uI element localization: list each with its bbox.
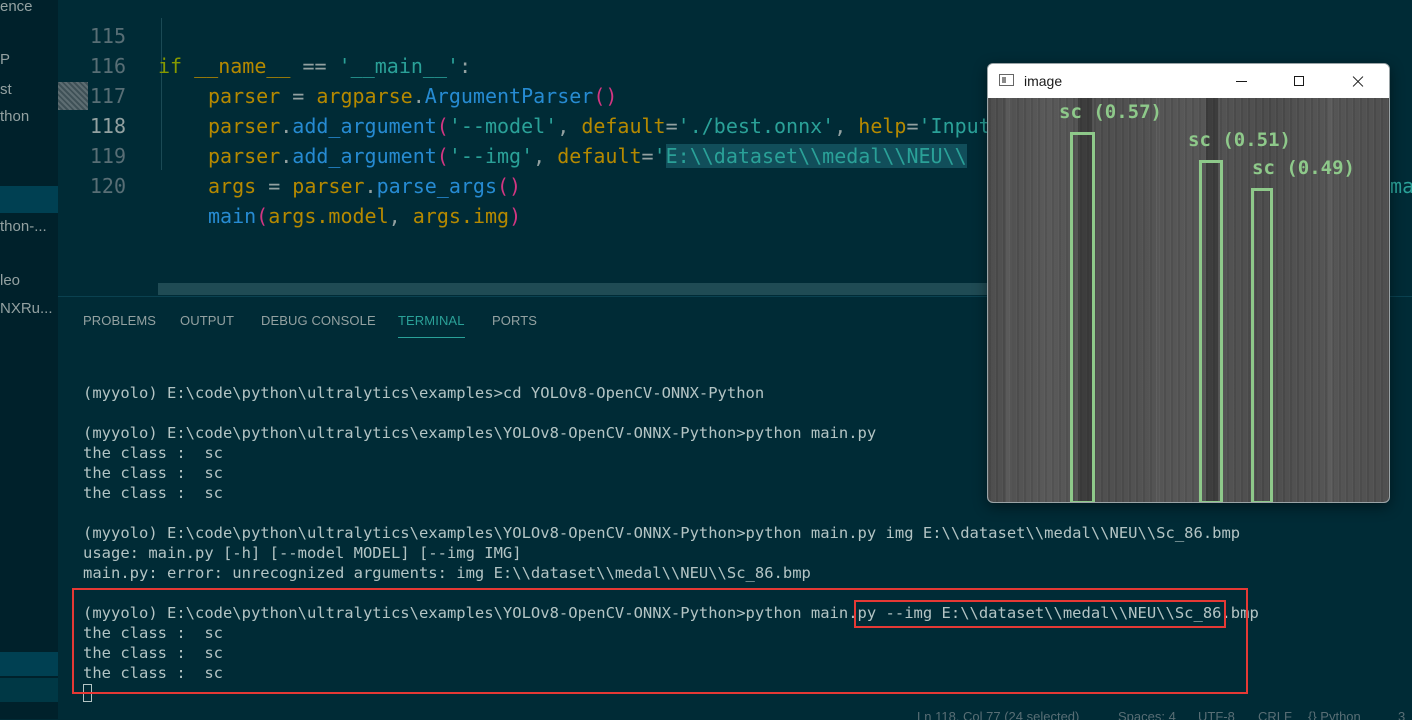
detection-box (1199, 160, 1223, 502)
detection-box (1251, 188, 1273, 502)
code-token: parser (292, 174, 365, 198)
status-indentation[interactable]: Spaces: 4 (1118, 709, 1176, 720)
terminal-line: main.py: error: unrecognized arguments: … (83, 564, 811, 582)
code-line[interactable]: 116 parser = argparse.ArgumentParser() (58, 21, 1412, 108)
window-app-icon (999, 74, 1014, 86)
code-token: args.model (268, 204, 389, 228)
code-token: . (364, 174, 377, 198)
status-extra[interactable]: 3 (1398, 709, 1405, 720)
code-line[interactable]: 115 if __name__ == '__main__': (58, 0, 1412, 78)
detection-label: sc (0.57) (1059, 101, 1162, 123)
code-token: main (208, 204, 257, 228)
code-token: = (256, 174, 293, 198)
sidebar-item[interactable]: P (0, 51, 10, 68)
sidebar-item[interactable]: NXRu... (0, 300, 53, 317)
code-token: , (388, 204, 413, 228)
window-title: image (1024, 73, 1063, 89)
line-number: 120 (89, 174, 126, 198)
tab-terminal[interactable]: TERMINAL (398, 313, 465, 338)
code-token: () (497, 174, 522, 198)
maximize-icon[interactable] (1271, 64, 1329, 98)
window-titlebar[interactable]: image (988, 64, 1389, 98)
sidebar-item[interactable]: ence (0, 0, 33, 15)
tab-problems[interactable]: PROBLEMS (83, 313, 156, 328)
detection-image: sc (0.57) sc (0.51) sc (0.49) (988, 98, 1389, 502)
code-token: args (208, 174, 257, 198)
sidebar-item[interactable]: leo (0, 272, 20, 289)
sidebar-item[interactable]: st (0, 81, 12, 98)
terminal-line: (myyolo) E:\code\python\ultralytics\exam… (83, 524, 1241, 542)
terminal-line: usage: main.py [-h] [--model MODEL] [--i… (83, 544, 522, 562)
highlight-box-argument (854, 600, 1226, 628)
code-token: parse_args (376, 174, 498, 198)
minimize-icon[interactable] (1213, 64, 1271, 98)
explorer-sidebar: ence P st thon thon-... leo NXRu... (0, 0, 58, 719)
status-encoding[interactable]: UTF-8 (1198, 709, 1235, 720)
texture-streak (1156, 98, 1160, 502)
status-eol[interactable]: CRLF (1258, 709, 1292, 720)
code-token: ( (256, 204, 269, 228)
image-window[interactable]: image sc (0.57) sc (0.51) sc (0.49) (987, 63, 1390, 503)
tab-output[interactable]: OUTPUT (180, 313, 234, 328)
sidebar-item[interactable]: thon (0, 108, 29, 125)
status-cursor-position[interactable]: Ln 118, Col 77 (24 selected) (917, 709, 1079, 720)
code-token: ) (509, 204, 522, 228)
tab-debug-console[interactable]: DEBUG CONSOLE (261, 313, 376, 328)
texture-streak (1006, 98, 1012, 502)
detection-label: sc (0.49) (1252, 157, 1355, 179)
tab-ports[interactable]: PORTS (492, 313, 537, 328)
code-token: args.img (412, 204, 510, 228)
detection-label: sc (0.51) (1188, 129, 1291, 151)
sidebar-band (0, 678, 58, 702)
horizontal-scrollbar[interactable] (158, 283, 988, 295)
detection-box (1070, 132, 1095, 502)
status-language[interactable]: {} Python (1308, 709, 1361, 720)
status-bar: Ln 118, Col 77 (24 selected) Spaces: 4 U… (900, 706, 1412, 720)
sidebar-band (0, 652, 58, 676)
close-icon[interactable] (1329, 64, 1387, 98)
sidebar-selection-band (0, 186, 58, 213)
sidebar-item[interactable]: thon-... (0, 218, 47, 235)
